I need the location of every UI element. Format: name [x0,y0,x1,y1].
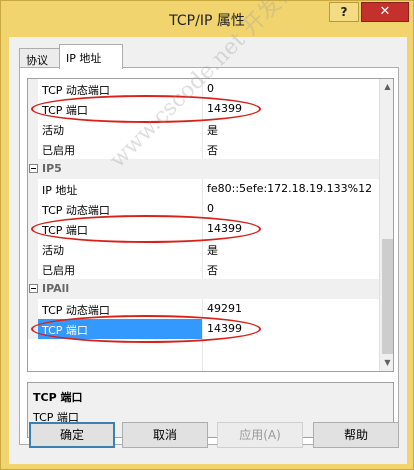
row-gutter [28,119,38,139]
property-value[interactable]: 是 [207,242,218,258]
row-gutter [28,219,38,239]
property-name: 活动 [42,244,64,257]
row-gutter [28,179,38,199]
property-name: TCP 端口 [42,324,88,337]
category-label: IP5 [42,162,62,175]
help-button[interactable]: 帮助 [313,422,399,448]
cancel-button[interactable]: 取消 [122,422,208,448]
grid-property-row[interactable]: TCP 动态端口 49291 [28,299,379,319]
property-value[interactable]: 49291 [207,302,242,315]
property-name: 已启用 [42,264,75,277]
row-gutter [28,79,38,99]
row-gutter [28,199,38,219]
property-value[interactable]: 0 [207,202,214,215]
grid-property-row[interactable]: IP 地址 fe80::5efe:172.18.19.133%12 [28,179,379,199]
property-name: TCP 动态端口 [42,84,110,97]
row-gutter [28,99,38,119]
scroll-down-arrow-icon[interactable]: ▼ [380,355,393,371]
property-name: TCP 动态端口 [42,204,110,217]
property-name: 已启用 [42,144,75,157]
help-titlebar-button[interactable]: ? [329,2,359,22]
grid-property-row[interactable]: TCP 端口 14399 [28,319,379,339]
property-name: TCP 端口 [42,224,88,237]
property-name: TCP 端口 [42,104,88,117]
grid-category-row[interactable]: IP5 [28,159,379,179]
property-value[interactable]: 否 [207,142,218,158]
grid-property-row[interactable]: 活动 是 [28,119,379,139]
grid-category-row[interactable]: IPAll [28,279,379,299]
collapse-icon[interactable] [29,284,38,293]
title-bar[interactable]: TCP/IP 属性 ? ✕ [1,1,413,37]
scroll-up-arrow-icon[interactable]: ▲ [380,79,393,95]
ok-button[interactable]: 确定 [29,422,115,448]
grid-property-row[interactable]: 活动 是 [28,239,379,259]
grid-property-row[interactable]: TCP 端口 14399 [28,99,379,119]
tab-protocol[interactable]: 协议 [19,48,61,68]
property-value[interactable]: fe80::5efe:172.18.19.133%12 [207,182,372,195]
row-gutter [28,299,38,319]
scrollbar-thumb[interactable] [382,239,393,354]
grid-property-row[interactable]: 已启用 否 [28,259,379,279]
category-label: IPAll [42,282,70,295]
grid-property-row[interactable]: 已启用 否 [28,139,379,159]
row-gutter [28,259,38,279]
vertical-scrollbar[interactable]: ▲ ▼ [379,79,393,371]
apply-button[interactable]: 应用(A) [217,422,303,448]
grid-property-row[interactable]: TCP 动态端口 0 [28,199,379,219]
row-gutter [28,139,38,159]
property-value[interactable]: 14399 [207,322,242,335]
dialog-client-area: 协议 IP 地址 TCP 动态端口 0 TCP 端口 14399 活动是已启用否 IP5 I… [9,37,407,464]
property-value[interactable]: 14399 [207,222,242,235]
property-value[interactable]: 14399 [207,102,242,115]
property-value[interactable]: 否 [207,262,218,278]
close-button[interactable]: ✕ [361,2,409,22]
property-name: TCP 动态端口 [42,304,110,317]
collapse-icon[interactable] [29,164,38,173]
description-title: TCP 端口 [33,391,83,404]
property-grid[interactable]: TCP 动态端口 0 TCP 端口 14399 活动是已启用否 IP5 IP 地址 fe80:… [27,78,394,372]
property-value[interactable]: 是 [207,122,218,138]
tab-ip-address[interactable]: IP 地址 [59,44,123,69]
property-name: IP 地址 [42,184,78,197]
property-name: 活动 [42,124,64,137]
tcpip-properties-window: TCP/IP 属性 ? ✕ 协议 IP 地址 TCP 动态端口 0 TCP 端口 14… [0,0,414,470]
grid-property-row[interactable]: TCP 端口 14399 [28,219,379,239]
ip-address-tab-panel: TCP 动态端口 0 TCP 端口 14399 活动是已启用否 IP5 IP 地址 fe80:… [19,67,399,445]
row-gutter [28,319,38,339]
row-gutter [28,239,38,259]
